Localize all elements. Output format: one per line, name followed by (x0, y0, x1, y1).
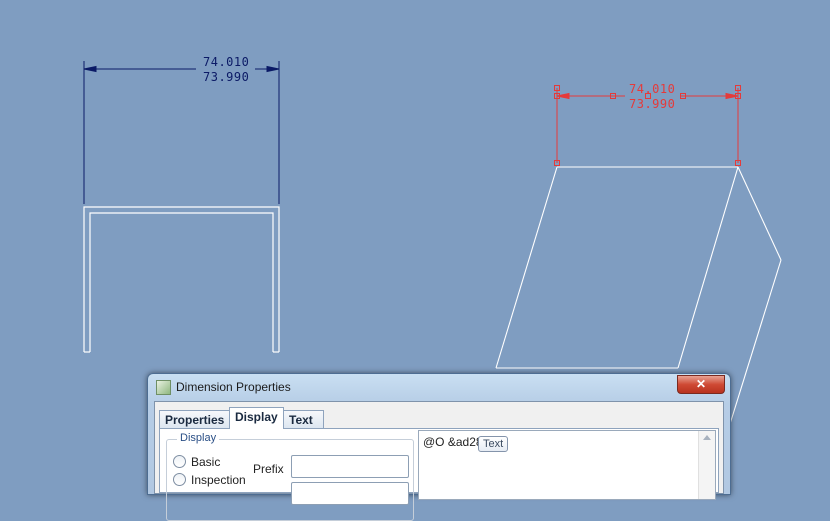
display-tab-content: Display Basic Inspection Prefix @O &ad28 (159, 428, 719, 521)
dimension-text-value: @O &ad28 (423, 435, 483, 449)
radio-inspection-indicator[interactable] (173, 473, 186, 486)
tab-text-style[interactable]: Text Style (283, 410, 324, 445)
front-dim-lower: 73.990 (203, 70, 249, 84)
text-area-scrollbar[interactable] (698, 431, 715, 499)
display-group: Display Basic Inspection Prefix (166, 432, 414, 521)
prefix-input[interactable] (291, 455, 409, 478)
front-view-dimension[interactable] (83, 61, 280, 204)
dialog-titlebar[interactable]: Dimension Properties ✕ (148, 374, 730, 400)
radio-basic[interactable]: Basic (173, 455, 220, 469)
radio-basic-label: Basic (191, 455, 221, 469)
iso-dim-upper: 74.010 (629, 82, 675, 96)
front-view-geometry[interactable] (83, 206, 280, 353)
dimension-text-area[interactable]: @O &ad28 (418, 430, 716, 500)
tab-properties[interactable]: Properties (159, 410, 231, 429)
scroll-up-icon[interactable] (703, 435, 711, 440)
display-group-label: Display (177, 432, 220, 444)
tab-display[interactable]: Display (229, 407, 284, 429)
close-button[interactable]: ✕ (677, 375, 725, 394)
radio-basic-indicator[interactable] (173, 455, 186, 468)
dialog-client-area: Properties Display Text Style Text Displ… (154, 401, 724, 521)
app-icon (156, 380, 171, 395)
radio-inspection-label: Inspection (191, 473, 246, 487)
tooltip: Text (478, 436, 509, 452)
front-dim-upper: 74.010 (203, 55, 249, 69)
iso-dim-lower: 73.990 (629, 97, 675, 111)
prefix-label: Prefix (253, 462, 284, 476)
dialog-title: Dimension Properties (176, 380, 291, 394)
radio-inspection[interactable]: Inspection (173, 473, 246, 487)
suffix-input[interactable] (291, 482, 409, 505)
dimension-properties-dialog[interactable]: Dimension Properties ✕ Properties Displa… (147, 373, 731, 521)
